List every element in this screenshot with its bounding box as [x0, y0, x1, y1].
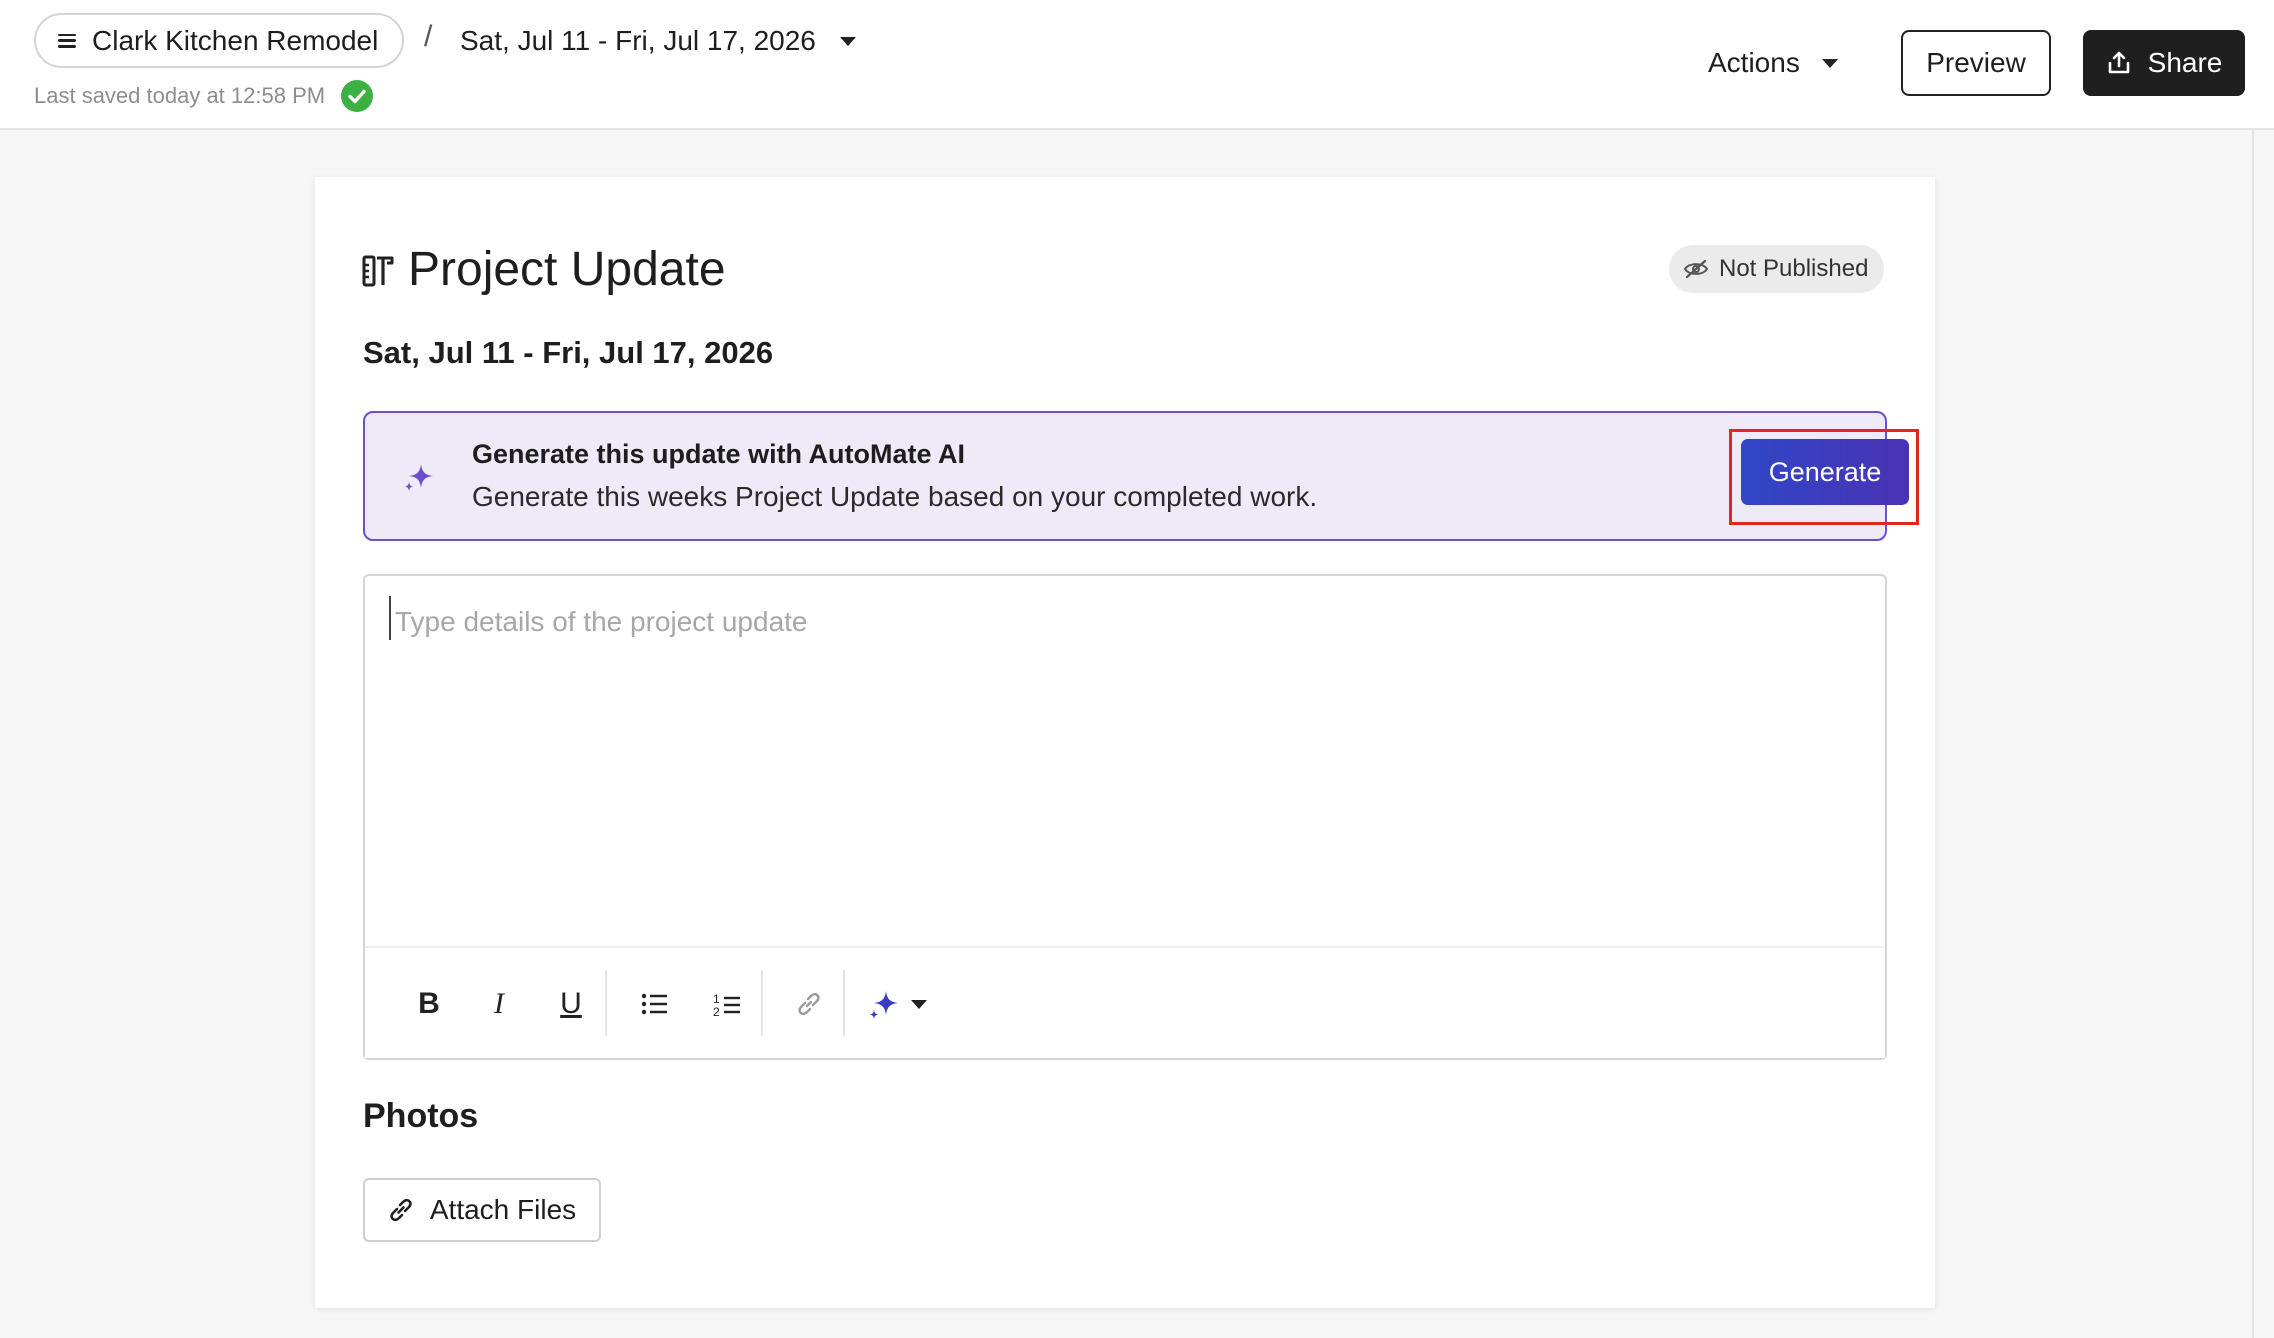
eye-off-icon	[1683, 259, 1709, 279]
toolbar-divider	[605, 970, 607, 1036]
date-range-dropdown[interactable]: Sat, Jul 11 - Fri, Jul 17, 2026	[460, 16, 856, 66]
breadcrumb-separator: /	[424, 20, 433, 53]
bold-button[interactable]: B	[405, 980, 453, 1028]
project-update-textarea[interactable]	[389, 596, 1859, 640]
insert-link-button[interactable]	[785, 980, 833, 1028]
ai-generate-banner: Generate this update with AutoMate AI Ge…	[363, 411, 1919, 541]
ai-banner-description: Generate this weeks Project Update based…	[472, 481, 1318, 512]
italic-button[interactable]: I	[475, 980, 523, 1028]
ai-assist-dropdown[interactable]	[867, 980, 943, 1028]
bulleted-list-button[interactable]	[631, 980, 679, 1028]
save-status: Last saved today at 12:58 PM	[34, 80, 374, 112]
scrollbar-track[interactable]	[2252, 130, 2274, 1338]
project-update-card: Project Update Not Published Sat, Jul 11…	[315, 177, 1935, 1308]
photos-section-title: Photos	[363, 1097, 479, 1135]
actions-dropdown[interactable]: Actions	[1708, 40, 1838, 86]
paperclip-link-icon	[390, 1198, 412, 1222]
svg-text:1: 1	[713, 992, 720, 1006]
project-menu-button[interactable]: Clark Kitchen Remodel	[34, 13, 405, 68]
sparkles-icon	[870, 991, 898, 1019]
check-circle-icon	[341, 80, 374, 112]
svg-text:2: 2	[713, 1005, 720, 1017]
toolbar-divider	[761, 970, 763, 1036]
caret-down-icon	[839, 36, 856, 46]
rich-text-editor: B I U 1 2	[363, 574, 1887, 1060]
project-name: Clark Kitchen Remodel	[92, 24, 379, 56]
actions-label: Actions	[1708, 47, 1800, 78]
toolbar-divider	[843, 970, 845, 1036]
ai-banner-title: Generate this update with AutoMate AI	[472, 439, 966, 469]
numbered-list-icon: 1 2	[713, 992, 740, 1017]
caret-down-icon	[1821, 58, 1838, 68]
share-button[interactable]: Share	[2083, 30, 2245, 96]
saved-status-text: Last saved today at 12:58 PM	[34, 83, 326, 108]
top-header: Clark Kitchen Remodel / Sat, Jul 11 - Fr…	[0, 0, 2274, 130]
link-icon	[798, 992, 820, 1016]
generate-button[interactable]: Generate	[1741, 439, 1909, 505]
preview-button[interactable]: Preview	[1901, 30, 2051, 96]
bulleted-list-icon	[641, 993, 667, 1015]
title-row: Project Update	[362, 242, 726, 297]
caret-down-icon	[911, 999, 927, 1009]
editor-toolbar: B I U 1 2	[365, 946, 1885, 1058]
hamburger-icon	[58, 33, 76, 48]
share-upload-icon	[2108, 51, 2129, 74]
share-label: Share	[2147, 47, 2223, 78]
page-title: Project Update	[408, 243, 726, 296]
date-range-label: Sat, Jul 11 - Fri, Jul 17, 2026	[460, 25, 816, 56]
underline-button[interactable]: U	[547, 980, 595, 1028]
tools-icon	[362, 255, 394, 286]
attach-files-label: Attach Files	[429, 1194, 577, 1225]
sparkles-icon	[405, 464, 433, 491]
attach-files-button[interactable]: Attach Files	[363, 1178, 601, 1242]
numbered-list-button[interactable]: 1 2	[703, 980, 751, 1028]
status-badge: Not Published	[1669, 245, 1885, 293]
update-date-range: Sat, Jul 11 - Fri, Jul 17, 2026	[363, 335, 774, 370]
status-badge-label: Not Published	[1719, 255, 1869, 282]
